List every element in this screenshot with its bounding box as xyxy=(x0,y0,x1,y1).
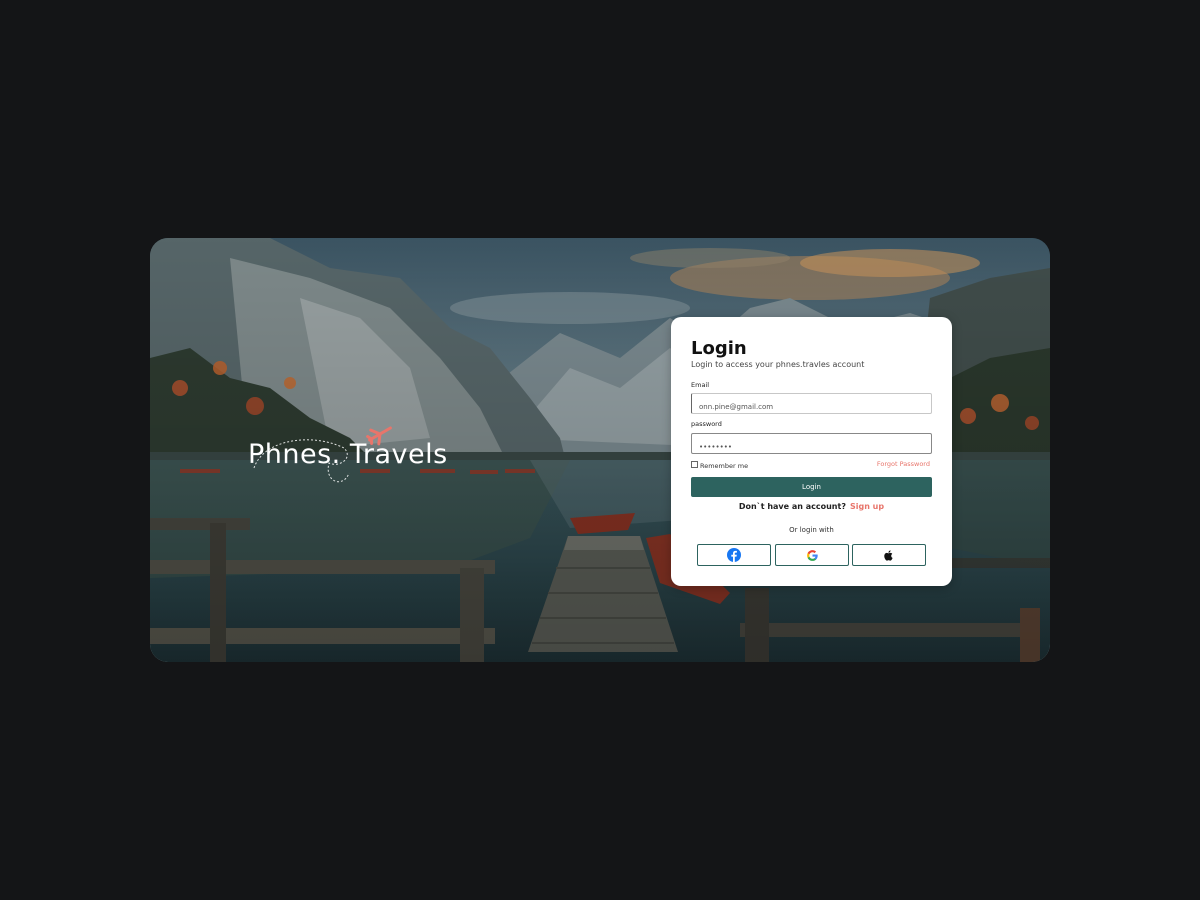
facebook-login-button[interactable] xyxy=(697,544,771,566)
password-label: password xyxy=(691,420,722,428)
signup-row: Don`t have an account? Sign up xyxy=(671,502,952,512)
email-field-wrapper xyxy=(691,393,932,417)
brand-name: Phnes. Travels xyxy=(248,439,448,470)
brand-logo: Phnes. Travels xyxy=(248,426,468,488)
email-label: Email xyxy=(691,381,710,389)
apple-icon xyxy=(884,549,893,561)
signup-prompt: Don`t have an account? xyxy=(738,502,846,511)
email-field[interactable] xyxy=(692,397,931,417)
apple-login-button[interactable] xyxy=(852,544,926,566)
login-button[interactable]: Login xyxy=(691,477,932,497)
or-login-with-label: Or login with xyxy=(789,526,834,534)
google-icon xyxy=(806,549,818,561)
remember-me-checkbox[interactable] xyxy=(691,461,698,468)
facebook-icon xyxy=(727,548,741,562)
password-field-wrapper xyxy=(691,433,932,457)
forgot-password-link[interactable]: Forgot Password xyxy=(877,460,930,468)
password-field[interactable] xyxy=(692,437,931,457)
remember-me-label: Remember me xyxy=(700,462,749,470)
login-title: Login xyxy=(691,338,747,359)
signup-link[interactable]: Sign up xyxy=(850,502,884,511)
login-card: Login Login to access your phnes.travles… xyxy=(671,317,952,586)
google-login-button[interactable] xyxy=(775,544,849,566)
hero-card: Phnes. Travels Login Login to access you… xyxy=(150,238,1050,662)
login-subtitle: Login to access your phnes.travles accou… xyxy=(691,360,865,369)
